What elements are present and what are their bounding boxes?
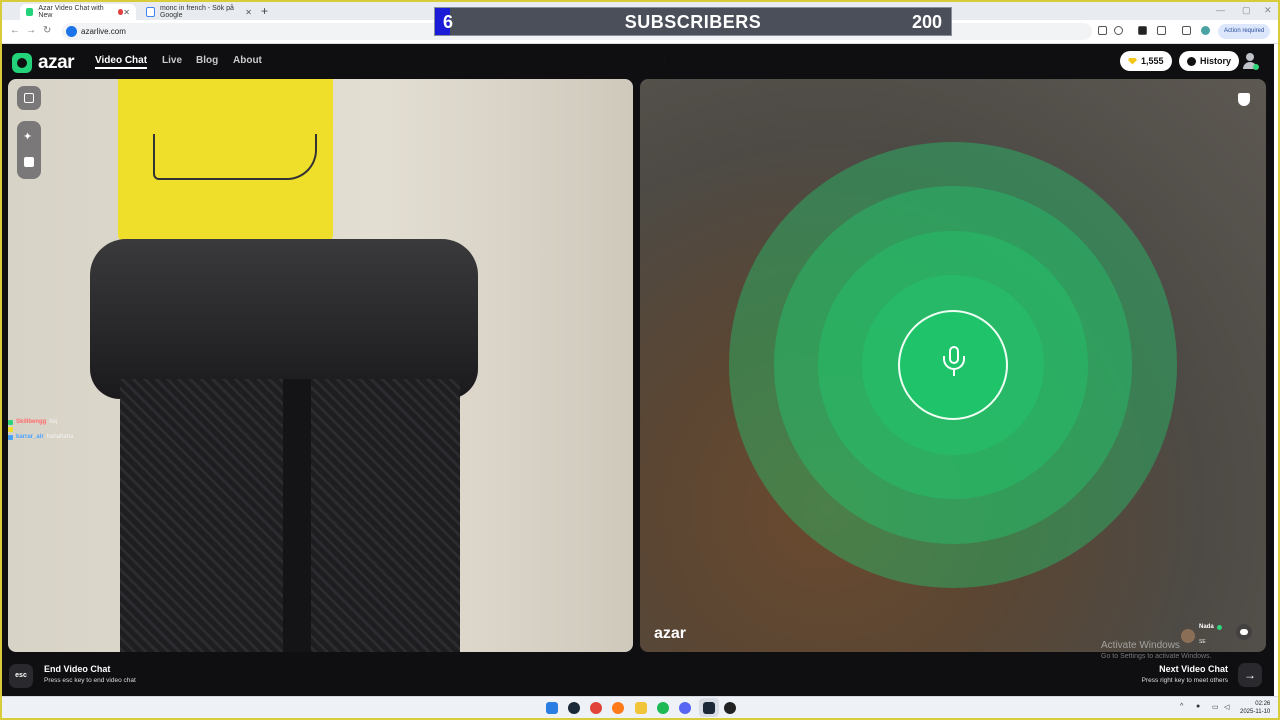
nav-about[interactable]: About <box>233 55 262 66</box>
back-icon[interactable]: ← <box>10 25 20 36</box>
firefox-icon[interactable] <box>612 702 624 714</box>
history-button[interactable]: History <box>1179 51 1240 71</box>
maximize-icon[interactable]: ▢ <box>1242 5 1251 16</box>
peer-info[interactable]: Nada SE <box>1181 624 1222 648</box>
chat-username: karrar_air <box>16 434 44 440</box>
extension-icon[interactable] <box>1138 26 1147 35</box>
subscriber-goal-bar: 6 SUBSCRIBERS 200 <box>434 7 952 36</box>
file-explorer-icon[interactable] <box>635 702 647 714</box>
tab-title: Azar Video Chat with New <box>38 5 104 19</box>
star-icon[interactable] <box>1114 26 1123 35</box>
sparkle-effects-icon[interactable]: ✦ <box>23 130 32 143</box>
peer-country: SE <box>1199 639 1206 645</box>
activate-windows-title: Activate Windows <box>1101 640 1180 651</box>
azar-logo[interactable]: azar <box>12 52 75 74</box>
chat-badge-icon <box>8 427 13 432</box>
puzzle-icon[interactable] <box>1157 26 1166 35</box>
profile-icon[interactable] <box>1242 53 1259 70</box>
subscriber-label: SUBSCRIBERS <box>624 12 762 32</box>
next-chat-button[interactable]: → <box>1238 663 1262 687</box>
gems-button[interactable]: 1,555 <box>1120 51 1172 71</box>
google-favicon-icon <box>146 7 155 17</box>
remote-video: azar Nada SE <box>640 79 1266 652</box>
chrome-icon[interactable] <box>590 702 602 714</box>
windows-taskbar: ^ ● ▭ ◁ 02:26 2025-11-10 <box>2 696 1278 719</box>
chat-username: Skillbengg <box>16 419 47 425</box>
effects-toolbar: ✦ <box>17 121 41 179</box>
spotify-icon[interactable] <box>657 702 669 714</box>
expand-icon <box>24 93 34 103</box>
stream-chat-overlay: Skillbengg hej karrar_air hahahaha <box>8 417 73 442</box>
nav-blog[interactable]: Blog <box>196 55 218 66</box>
azar-logo-icon <box>12 53 32 73</box>
watermark-logo: azar <box>654 625 687 642</box>
chat-bubble-icon[interactable] <box>1236 624 1252 640</box>
gem-icon <box>1128 57 1137 65</box>
tab-google[interactable]: monc in french - Sök på Google ✕ <box>140 4 258 20</box>
mic-tray-icon[interactable]: ● <box>1196 703 1200 710</box>
forward-icon[interactable]: → <box>26 25 36 36</box>
clock-time: 02:26 <box>1255 701 1271 707</box>
profile-avatar-icon[interactable] <box>1201 26 1210 35</box>
peer-name: Nada <box>1199 624 1214 630</box>
video-scene <box>283 379 311 652</box>
nav-video-chat[interactable]: Video Chat <box>95 55 148 69</box>
site-info-icon[interactable] <box>66 26 77 37</box>
close-icon[interactable]: ✕ <box>123 8 130 17</box>
peer-avatar <box>1181 629 1195 643</box>
history-label: History <box>1200 56 1232 66</box>
steam-active-icon[interactable] <box>703 702 715 714</box>
app-icon[interactable] <box>724 702 736 714</box>
network-icon[interactable]: ▭ <box>1212 703 1219 711</box>
cast-icon[interactable] <box>1098 26 1107 35</box>
end-chat-title: End Video Chat <box>44 664 111 674</box>
close-icon[interactable]: ✕ <box>245 8 252 17</box>
tab-title: monc in french - Sök på Google <box>159 5 234 19</box>
subscriber-goal: 200 <box>911 12 942 32</box>
reload-icon[interactable]: ↻ <box>43 25 51 36</box>
nav-live[interactable]: Live <box>162 55 182 66</box>
chat-message: karrar_air hahahaha <box>8 432 73 442</box>
face-filter-icon[interactable] <box>24 157 34 167</box>
voice-mode-button[interactable] <box>898 310 1008 420</box>
end-chat-key-button[interactable]: esc <box>9 664 33 688</box>
volume-icon[interactable]: ◁ <box>1224 703 1229 711</box>
start-icon[interactable] <box>546 702 558 714</box>
next-chat-title: Next Video Chat <box>1159 664 1228 674</box>
microphone-icon <box>953 370 955 376</box>
self-video: ✦ Skillbengg hej karrar_air hahahaha <box>8 79 633 652</box>
expand-video-button[interactable] <box>17 86 41 110</box>
logo-text: azar <box>38 52 75 73</box>
verified-icon <box>1216 624 1222 630</box>
discord-icon[interactable] <box>679 702 691 714</box>
tab-azar[interactable]: Azar Video Chat with New ✕ <box>20 4 136 20</box>
steam-icon[interactable] <box>568 702 580 714</box>
chat-text: hej <box>49 419 58 425</box>
new-tab-button[interactable]: + <box>261 4 268 18</box>
clock-date: 2025-11-10 <box>1240 709 1271 715</box>
end-chat-hint: Press esc key to end video chat <box>44 677 136 684</box>
action-required-button[interactable]: Action required <box>1218 24 1271 39</box>
video-scene <box>153 134 317 180</box>
chat-badge-icon <box>8 434 13 440</box>
activate-windows-hint: Go to Settings to activate Windows. <box>1101 653 1212 660</box>
azar-app: azar Video Chat Live Blog About 1,555 Hi… <box>2 44 1274 696</box>
chat-message: Skillbengg hej <box>8 417 73 427</box>
azar-watermark: azar <box>654 625 686 643</box>
microphone-icon <box>943 356 965 370</box>
chat-badge-icon <box>8 419 13 425</box>
url-text[interactable]: azarlive.com <box>81 27 126 36</box>
system-clock[interactable]: 02:26 2025-11-10 <box>1240 700 1270 716</box>
video-scene <box>90 239 478 399</box>
media-icon[interactable] <box>1182 26 1191 35</box>
tray-chevron-icon[interactable]: ^ <box>1180 703 1183 710</box>
clock-icon <box>1187 56 1196 66</box>
report-shield-icon[interactable] <box>1238 93 1250 106</box>
azar-favicon-icon <box>26 8 34 16</box>
next-chat-hint: Press right key to meet others <box>1141 677 1228 684</box>
close-window-icon[interactable]: ✕ <box>1264 5 1272 16</box>
minimize-icon[interactable]: — <box>1216 5 1225 15</box>
gems-count: 1,555 <box>1141 56 1164 66</box>
chat-text: hahahaha <box>46 434 74 440</box>
